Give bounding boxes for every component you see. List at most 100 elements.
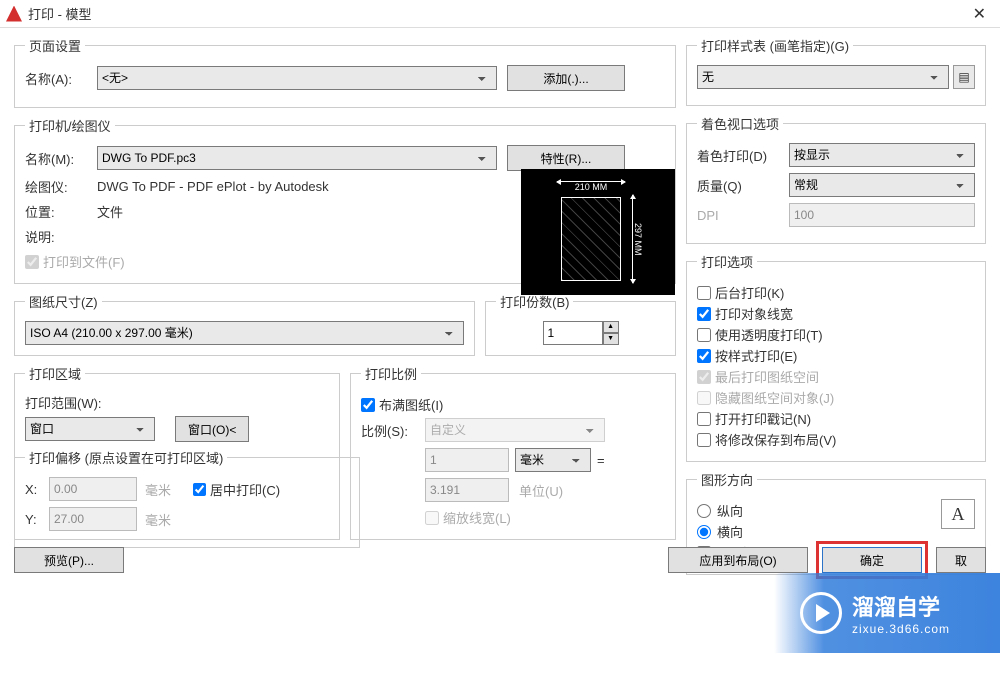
apply-to-layout-button[interactable]: 应用到布局(O) xyxy=(668,547,808,573)
drawing-units-input xyxy=(425,478,509,502)
plot-stamp-label: 打开打印戳记(N) xyxy=(715,409,811,428)
copies-down-button[interactable]: ▼ xyxy=(603,333,619,345)
titlebar: 打印 - 模型 ✕ xyxy=(0,0,1000,28)
scale-select: 自定义 xyxy=(425,418,605,442)
unit-value-input xyxy=(425,448,509,472)
transparency-checkbox[interactable] xyxy=(697,328,711,342)
plot-style-select[interactable]: 无 xyxy=(697,65,949,89)
paper-size-legend: 图纸尺寸(Z) xyxy=(25,292,102,311)
paper-preview-icon: 210 MM 297 MM xyxy=(521,169,675,295)
lineweights-checkbox[interactable] xyxy=(697,307,711,321)
paperspace-last-label: 最后打印图纸空间 xyxy=(715,367,819,386)
copies-legend: 打印份数(B) xyxy=(496,292,573,311)
landscape-label: 横向 xyxy=(717,522,743,541)
dpi-label: DPI xyxy=(697,208,789,223)
units-label: 单位(U) xyxy=(519,481,563,500)
center-label: 居中打印(C) xyxy=(206,480,280,499)
background-checkbox[interactable] xyxy=(697,286,711,300)
shaded-viewport-group: 着色视口选项 着色打印(D) 按显示 质量(Q) 常规 DPI xyxy=(686,114,986,244)
equals-label: = xyxy=(591,453,611,468)
page-setup-group: 页面设置 名称(A): <无> 添加(.)... xyxy=(14,36,676,108)
paper-size-group: 图纸尺寸(Z) ISO A4 (210.00 x 297.00 毫米) xyxy=(14,292,475,356)
dpi-input xyxy=(789,203,975,227)
preview-button[interactable]: 预览(P)... xyxy=(14,547,124,573)
portrait-radio[interactable] xyxy=(697,504,711,518)
plotter-label: 绘图仪: xyxy=(25,177,97,196)
fit-to-paper-checkbox[interactable] xyxy=(361,398,375,412)
copies-input[interactable] xyxy=(543,321,603,345)
watermark-brand: 溜溜自学 xyxy=(852,590,950,622)
print-scale-group: 打印比例 布满图纸(I) 比例(S): 自定义 xyxy=(350,364,676,540)
desc-label: 说明: xyxy=(25,227,97,246)
scale-lineweights-label: 缩放线宽(L) xyxy=(443,508,511,527)
print-range-label: 打印范围(W): xyxy=(25,393,329,412)
print-offset-legend: 打印偏移 (原点设置在可打印区域) xyxy=(25,448,227,467)
print-to-file-label: 打印到文件(F) xyxy=(43,252,125,271)
cancel-button[interactable]: 取 xyxy=(936,547,986,573)
window-button[interactable]: 窗口(O)< xyxy=(175,416,249,442)
x-unit: 毫米 xyxy=(137,480,179,499)
y-unit: 毫米 xyxy=(137,510,179,529)
page-setup-name-select[interactable]: <无> xyxy=(97,66,497,90)
center-checkbox[interactable] xyxy=(193,483,206,496)
plotter-value: DWG To PDF - PDF ePlot - by Autodesk xyxy=(97,179,329,194)
printer-legend: 打印机/绘图仪 xyxy=(25,116,115,135)
ok-button[interactable]: 确定 xyxy=(822,547,922,573)
portrait-label: 纵向 xyxy=(717,501,743,520)
print-scale-legend: 打印比例 xyxy=(361,364,421,383)
x-input xyxy=(49,477,137,501)
properties-button[interactable]: 特性(R)... xyxy=(507,145,625,171)
plot-style-group: 打印样式表 (画笔指定)(G) 无 ▤ xyxy=(686,36,986,106)
by-style-label: 按样式打印(E) xyxy=(715,346,797,365)
dim-right-label: 297 MM xyxy=(633,223,643,256)
print-range-select[interactable]: 窗口 xyxy=(25,417,155,441)
y-label: Y: xyxy=(25,512,49,527)
orientation-legend: 图形方向 xyxy=(697,470,757,489)
scale-label: 比例(S): xyxy=(361,421,425,440)
dim-top-label: 210 MM xyxy=(575,182,608,192)
page-setup-name-label: 名称(A): xyxy=(25,69,97,88)
shade-label: 着色打印(D) xyxy=(697,146,789,165)
scale-lineweights-checkbox xyxy=(425,511,439,525)
paperspace-last-checkbox xyxy=(697,370,711,384)
paper-size-select[interactable]: ISO A4 (210.00 x 297.00 毫米) xyxy=(25,321,464,345)
window-title: 打印 - 模型 xyxy=(28,4,965,23)
by-style-checkbox[interactable] xyxy=(697,349,711,363)
add-button[interactable]: 添加(.)... xyxy=(507,65,625,91)
page-setup-legend: 页面设置 xyxy=(25,36,85,55)
printer-group: 打印机/绘图仪 名称(M): DWG To PDF.pc3 特性(R)... 绘… xyxy=(14,116,676,284)
shaded-legend: 着色视口选项 xyxy=(697,114,783,133)
print-area-legend: 打印区域 xyxy=(25,364,85,383)
watermark-url: zixue.3d66.com xyxy=(852,622,950,636)
play-icon xyxy=(800,592,842,634)
plot-style-edit-icon[interactable]: ▤ xyxy=(953,65,975,89)
shade-select[interactable]: 按显示 xyxy=(789,143,975,167)
transparency-label: 使用透明度打印(T) xyxy=(715,325,823,344)
orientation-glyph-icon: A xyxy=(941,499,975,529)
save-layout-label: 将修改保存到布局(V) xyxy=(715,430,836,449)
fit-to-paper-label: 布满图纸(I) xyxy=(379,395,443,414)
copies-group: 打印份数(B) ▲ ▼ xyxy=(485,292,676,356)
save-layout-checkbox[interactable] xyxy=(697,433,711,447)
print-to-file-checkbox xyxy=(25,255,39,269)
hide-paperspace-label: 隐藏图纸空间对象(J) xyxy=(715,388,834,407)
background-label: 后台打印(K) xyxy=(715,283,784,302)
printer-name-label: 名称(M): xyxy=(25,149,97,168)
landscape-radio[interactable] xyxy=(697,525,711,539)
close-button[interactable]: ✕ xyxy=(965,4,994,24)
location-label: 位置: xyxy=(25,202,97,221)
quality-label: 质量(Q) xyxy=(697,176,789,195)
quality-select[interactable]: 常规 xyxy=(789,173,975,197)
unit-select[interactable]: 毫米 xyxy=(515,448,591,472)
copies-up-button[interactable]: ▲ xyxy=(603,321,619,333)
app-icon xyxy=(6,6,22,22)
watermark-overlay: 溜溜自学 zixue.3d66.com xyxy=(774,573,1000,653)
lineweights-label: 打印对象线宽 xyxy=(715,304,793,323)
print-options-group: 打印选项 后台打印(K) 打印对象线宽 使用透明度打印(T) 按样式打印(E) … xyxy=(686,252,986,462)
location-value: 文件 xyxy=(97,202,123,221)
plot-stamp-checkbox[interactable] xyxy=(697,412,711,426)
print-options-legend: 打印选项 xyxy=(697,252,757,271)
plot-style-legend: 打印样式表 (画笔指定)(G) xyxy=(697,36,853,55)
hide-paperspace-checkbox xyxy=(697,391,711,405)
printer-name-select[interactable]: DWG To PDF.pc3 xyxy=(97,146,497,170)
